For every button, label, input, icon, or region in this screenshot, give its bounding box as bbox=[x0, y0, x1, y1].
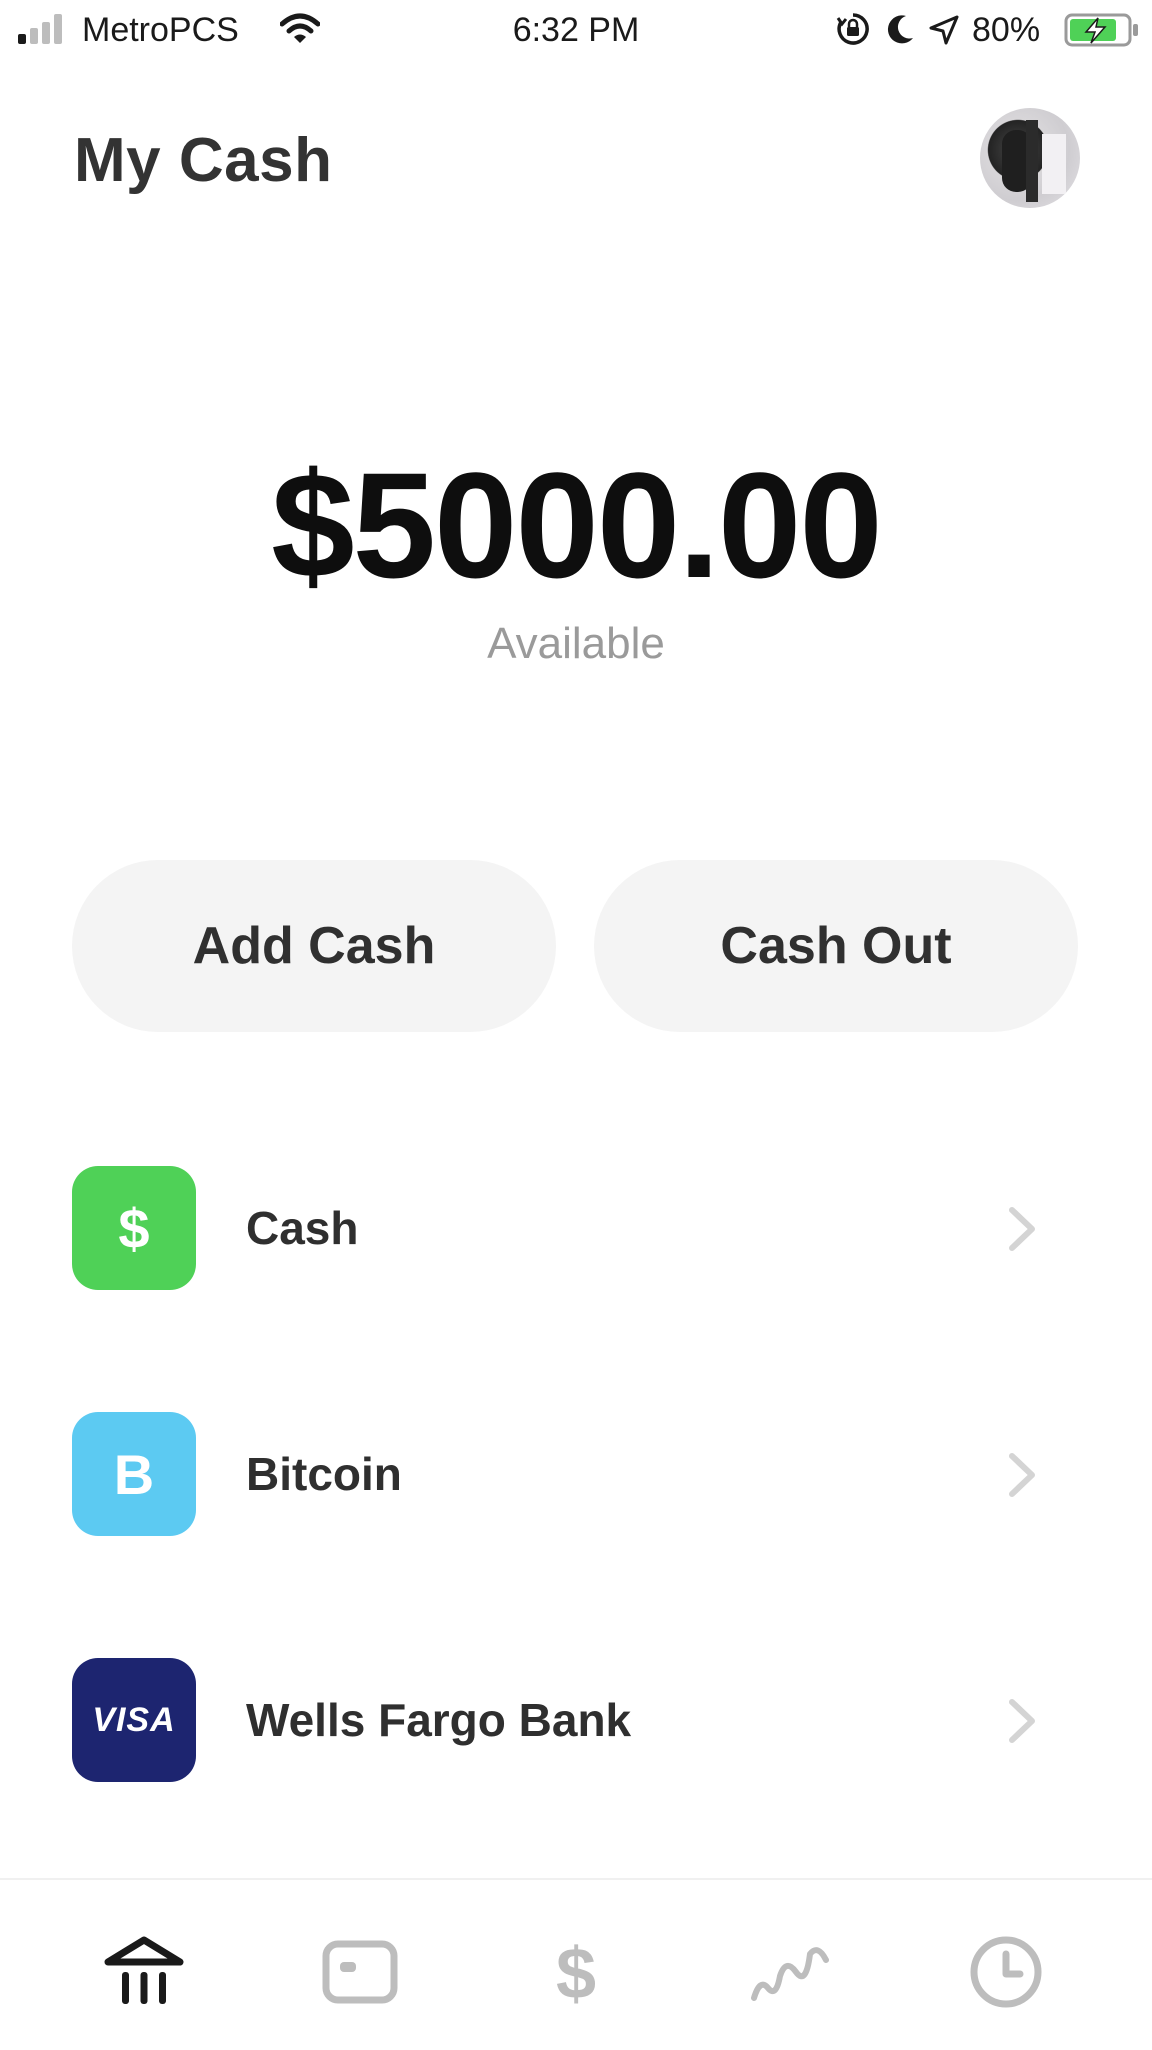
balance-label: Available bbox=[487, 619, 665, 668]
chevron-right-icon bbox=[1009, 1207, 1035, 1251]
battery-percent: 80% bbox=[972, 11, 1041, 49]
add-cash-button[interactable]: Add Cash bbox=[72, 860, 556, 1032]
activity-clock-icon[interactable] bbox=[966, 1932, 1046, 2012]
svg-text:$: $ bbox=[556, 1934, 596, 2012]
visa-card-icon: VISA bbox=[72, 1658, 196, 1782]
list-item-wells-fargo-bank[interactable]: VISA Wells Fargo Bank bbox=[0, 1658, 1152, 1788]
bank-home-icon[interactable] bbox=[104, 1932, 184, 2012]
moon-icon bbox=[887, 15, 913, 44]
chevron-right-icon bbox=[1009, 1699, 1035, 1743]
list-item-bitcoin[interactable]: B Bitcoin bbox=[0, 1412, 1152, 1542]
list-item-cash[interactable]: $ Cash bbox=[0, 1166, 1152, 1296]
cash-dollar-icon: $ bbox=[72, 1166, 196, 1290]
list-item-label: Wells Fargo Bank bbox=[246, 1694, 632, 1746]
card-icon[interactable] bbox=[320, 1932, 400, 2012]
status-bar: MetroPCS 6:32 PM 80% bbox=[0, 0, 1152, 62]
profile-avatar[interactable] bbox=[980, 108, 1080, 208]
dollar-icon[interactable]: $ bbox=[536, 1932, 616, 2012]
list-item-label: Bitcoin bbox=[246, 1448, 402, 1500]
list-item-label: Cash bbox=[246, 1202, 359, 1254]
balance-amount: $5000.00 bbox=[271, 441, 883, 609]
orientation-lock-icon bbox=[836, 13, 869, 45]
page-title: My Cash bbox=[74, 126, 333, 195]
chevron-right-icon bbox=[1009, 1453, 1035, 1497]
investing-icon[interactable] bbox=[750, 1932, 830, 2012]
bitcoin-icon: B bbox=[72, 1412, 196, 1536]
cash-out-button[interactable]: Cash Out bbox=[594, 860, 1078, 1032]
location-icon bbox=[929, 15, 959, 45]
bottom-nav: $ bbox=[0, 1878, 1152, 2050]
battery-charging-icon bbox=[1064, 13, 1138, 47]
